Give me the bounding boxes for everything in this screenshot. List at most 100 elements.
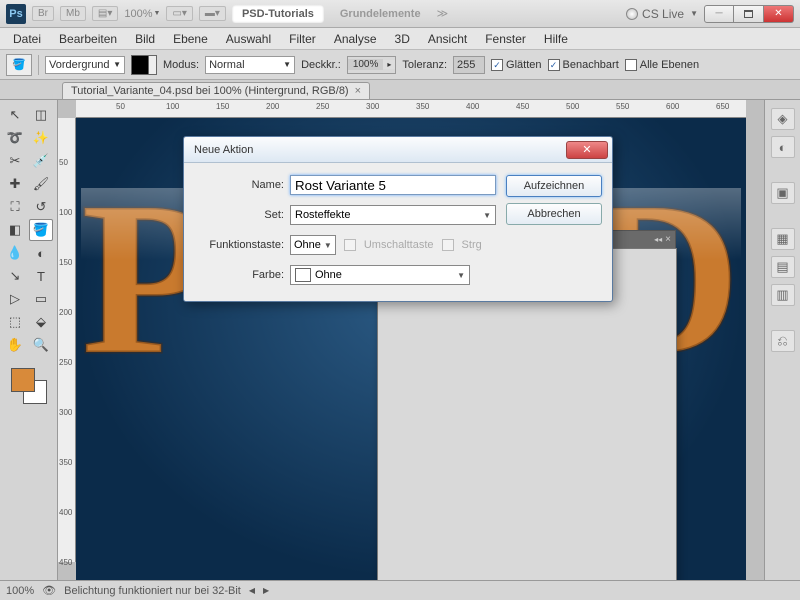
status-left-arrow-icon[interactable]: ◀: [249, 586, 255, 595]
dialog-close-button[interactable]: ✕: [566, 141, 608, 159]
ctrl-checkbox: [442, 239, 454, 251]
screen-mode-icon[interactable]: ▬▾: [199, 6, 226, 21]
type-tool-icon[interactable]: T: [29, 265, 53, 287]
shift-label: Umschalttaste: [364, 239, 434, 251]
window-close-button[interactable]: ✕: [764, 5, 794, 23]
pattern-swatch[interactable]: [131, 55, 157, 75]
dock-swatch-icon[interactable]: ▦: [771, 228, 795, 250]
document-tab-row: Tutorial_Variante_04.psd bei 100% (Hinte…: [0, 80, 800, 100]
menu-fenster[interactable]: Fenster: [476, 30, 535, 48]
zoom-dropdown[interactable]: 100%▼: [124, 8, 160, 20]
hand-tool-icon[interactable]: ✋: [3, 334, 27, 356]
panel-collapse-icon[interactable]: ◂◂: [654, 235, 662, 244]
toolbox: ↖ ◫ ➰ ✨ ✂ 💉 ✚ 🖌 ⛶ ↺ ◧ 🪣 💧 ◐ ↘ T ▷ ▭ ⬚ ⬙ …: [0, 100, 58, 580]
document-tab-close-icon[interactable]: ×: [355, 85, 361, 97]
document-tab[interactable]: Tutorial_Variante_04.psd bei 100% (Hinte…: [62, 82, 370, 99]
menu-datei[interactable]: Datei: [4, 30, 50, 48]
window-minimize-button[interactable]: ─: [704, 5, 734, 23]
cs-live[interactable]: CS Live▼: [626, 7, 698, 21]
frame-dropdown-icon[interactable]: ▤▾: [92, 6, 118, 21]
menubar: Datei Bearbeiten Bild Ebene Auswahl Filt…: [0, 28, 800, 50]
menu-ansicht[interactable]: Ansicht: [419, 30, 476, 48]
brush-tool-icon[interactable]: 🖌: [29, 173, 53, 195]
status-eye-icon[interactable]: 👁: [42, 584, 56, 597]
color-swatch-none: [295, 268, 311, 282]
alle-ebenen-checkbox[interactable]: Alle Ebenen: [625, 59, 699, 71]
fg-color-swatch[interactable]: [11, 368, 35, 392]
status-right-arrow-icon[interactable]: ▶: [263, 586, 269, 595]
status-zoom[interactable]: 100%: [6, 585, 34, 597]
eyedropper-tool-icon[interactable]: 💉: [29, 150, 53, 172]
tool-preset-icon[interactable]: 🪣: [6, 54, 32, 76]
3d-tool-icon[interactable]: ⬚: [3, 311, 27, 333]
dock-styles-icon[interactable]: ▤: [771, 256, 795, 278]
workspace-tab-active[interactable]: PSD-Tutorials: [232, 5, 324, 23]
marquee-tool-icon[interactable]: ◫: [29, 104, 53, 126]
status-message: Belichtung funktioniert nur bei 32-Bit: [64, 585, 241, 597]
wand-tool-icon[interactable]: ✨: [29, 127, 53, 149]
color-label: Farbe:: [194, 269, 284, 281]
dock-adjust-icon[interactable]: ◐: [771, 136, 795, 158]
modus-select[interactable]: Normal▼: [205, 56, 295, 74]
glaetten-checkbox[interactable]: ✓Glätten: [491, 59, 541, 71]
document-tab-title: Tutorial_Variante_04.psd bei 100% (Hinte…: [71, 85, 349, 97]
eraser-tool-icon[interactable]: ◧: [3, 219, 27, 241]
zoom-tool-icon[interactable]: 🔍: [29, 334, 53, 356]
record-button[interactable]: Aufzeichnen: [506, 175, 602, 197]
bridge-chip[interactable]: Br: [32, 6, 54, 21]
fkey-select[interactable]: Ohne▼: [290, 235, 336, 255]
history-brush-icon[interactable]: ↺: [29, 196, 53, 218]
bucket-tool-icon[interactable]: 🪣: [29, 219, 53, 241]
menu-hilfe[interactable]: Hilfe: [535, 30, 577, 48]
set-label: Set:: [194, 209, 284, 221]
3d-camera-icon[interactable]: ⬙: [29, 311, 53, 333]
dock-history-icon[interactable]: ⎌: [771, 330, 795, 352]
lasso-tool-icon[interactable]: ➰: [3, 127, 27, 149]
shape-tool-icon[interactable]: ▭: [29, 288, 53, 310]
ps-logo: Ps: [6, 4, 26, 24]
menu-analyse[interactable]: Analyse: [325, 30, 386, 48]
menu-bearbeiten[interactable]: Bearbeiten: [50, 30, 126, 48]
stamp-tool-icon[interactable]: ⛶: [3, 196, 27, 218]
panel-close-icon[interactable]: ×: [665, 234, 671, 245]
select-tool-icon[interactable]: ▷: [3, 288, 27, 310]
deckkraft-input[interactable]: 100%▸: [347, 56, 397, 74]
view-mode-icon[interactable]: ▭▾: [166, 6, 192, 21]
toleranz-label: Toleranz:: [402, 59, 447, 71]
benachbart-checkbox[interactable]: ✓Benachbart: [548, 59, 619, 71]
color-swatch[interactable]: [9, 366, 49, 406]
dock-channels-icon[interactable]: ▥: [771, 284, 795, 306]
menu-ebene[interactable]: Ebene: [164, 30, 217, 48]
color-select[interactable]: Ohne ▼: [290, 265, 470, 285]
workspace-tab[interactable]: Grundelemente: [330, 5, 431, 23]
menu-filter[interactable]: Filter: [280, 30, 325, 48]
workspace-more-icon[interactable]: ≫: [437, 7, 449, 20]
crop-tool-icon[interactable]: ✂: [3, 150, 27, 172]
layer-target-select[interactable]: Vordergrund▼: [45, 56, 125, 74]
toleranz-input[interactable]: 255: [453, 56, 485, 74]
minibridge-chip[interactable]: Mb: [60, 6, 86, 21]
menu-3d[interactable]: 3D: [386, 30, 419, 48]
path-tool-icon[interactable]: ↘: [3, 265, 27, 287]
blur-tool-icon[interactable]: 💧: [3, 242, 27, 264]
deckkraft-label: Deckkr.:: [301, 59, 341, 71]
ruler-vertical: 50100150200250300350400450: [58, 118, 76, 562]
set-select[interactable]: Rosteffekte▼: [290, 205, 496, 225]
dock-mask-icon[interactable]: ▣: [771, 182, 795, 204]
window-maximize-button[interactable]: [734, 5, 764, 23]
cancel-button[interactable]: Abbrechen: [506, 203, 602, 225]
move-tool-icon[interactable]: ↖: [3, 104, 27, 126]
dialog-title-text: Neue Aktion: [194, 144, 253, 156]
menu-bild[interactable]: Bild: [126, 30, 164, 48]
dialog-titlebar[interactable]: Neue Aktion ✕: [184, 137, 612, 163]
dock-layers-icon[interactable]: ◈: [771, 108, 795, 130]
name-label: Name:: [194, 179, 284, 191]
dodge-tool-icon[interactable]: ◐: [29, 242, 53, 264]
name-input[interactable]: [290, 175, 496, 195]
shift-checkbox: [344, 239, 356, 251]
heal-tool-icon[interactable]: ✚: [3, 173, 27, 195]
modus-label: Modus:: [163, 59, 199, 71]
right-dock: ◈ ◐ ▣ ▦ ▤ ▥ ⎌: [764, 100, 800, 580]
ctrl-label: Strg: [462, 239, 482, 251]
menu-auswahl[interactable]: Auswahl: [217, 30, 280, 48]
